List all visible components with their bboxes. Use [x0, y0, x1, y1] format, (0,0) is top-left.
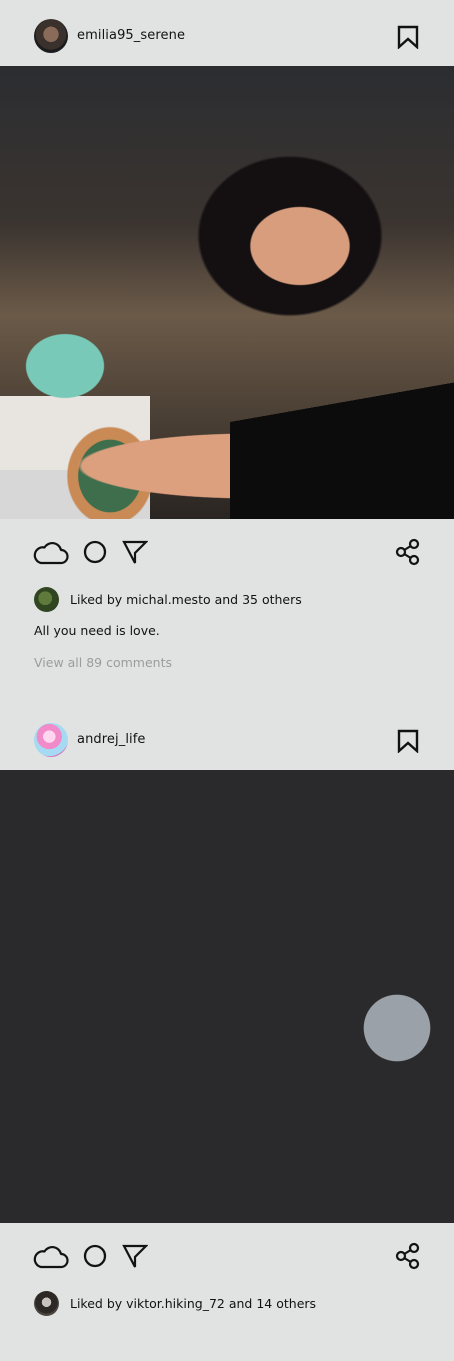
post-image[interactable]	[0, 66, 454, 519]
liker-avatar[interactable]	[34, 587, 59, 612]
avatar[interactable]	[34, 723, 68, 757]
circle-comment-icon[interactable]	[82, 1243, 108, 1269]
cloud-like-icon[interactable]	[33, 539, 69, 565]
send-icon[interactable]	[122, 539, 148, 565]
post-actions	[0, 519, 454, 585]
cloud-like-icon[interactable]	[33, 1243, 69, 1269]
post-header: andrej_life	[0, 704, 454, 770]
bookmark-icon[interactable]	[397, 729, 419, 753]
liker-avatar[interactable]	[34, 1291, 59, 1316]
share-icon[interactable]	[394, 1242, 422, 1270]
post-image[interactable]	[0, 770, 454, 1223]
post-actions	[0, 1223, 454, 1289]
likes-row: Liked by viktor.hiking_72 and 14 others	[0, 1289, 454, 1319]
likes-row: Liked by michal.mesto and 35 others	[0, 585, 454, 615]
circle-comment-icon[interactable]	[82, 539, 108, 565]
feed: emilia95_serene Liked by michal.mesto an…	[0, 0, 454, 1361]
post: emilia95_serene Liked by michal.mesto an…	[0, 0, 454, 615]
view-comments-link[interactable]: View all 89 comments	[34, 655, 172, 670]
likes-count[interactable]: Liked by viktor.hiking_72 and 14 others	[70, 1296, 316, 1311]
post-header: emilia95_serene	[0, 0, 454, 66]
bookmark-icon[interactable]	[397, 25, 419, 49]
post-caption: All you need is love.	[34, 623, 160, 638]
username[interactable]: emilia95_serene	[77, 28, 185, 43]
likes-count[interactable]: Liked by michal.mesto and 35 others	[70, 592, 302, 607]
send-icon[interactable]	[122, 1243, 148, 1269]
share-icon[interactable]	[394, 538, 422, 566]
avatar[interactable]	[34, 19, 68, 53]
post: andrej_life Liked by viktor.hiking_72 an…	[0, 704, 454, 1319]
username[interactable]: andrej_life	[77, 732, 146, 747]
